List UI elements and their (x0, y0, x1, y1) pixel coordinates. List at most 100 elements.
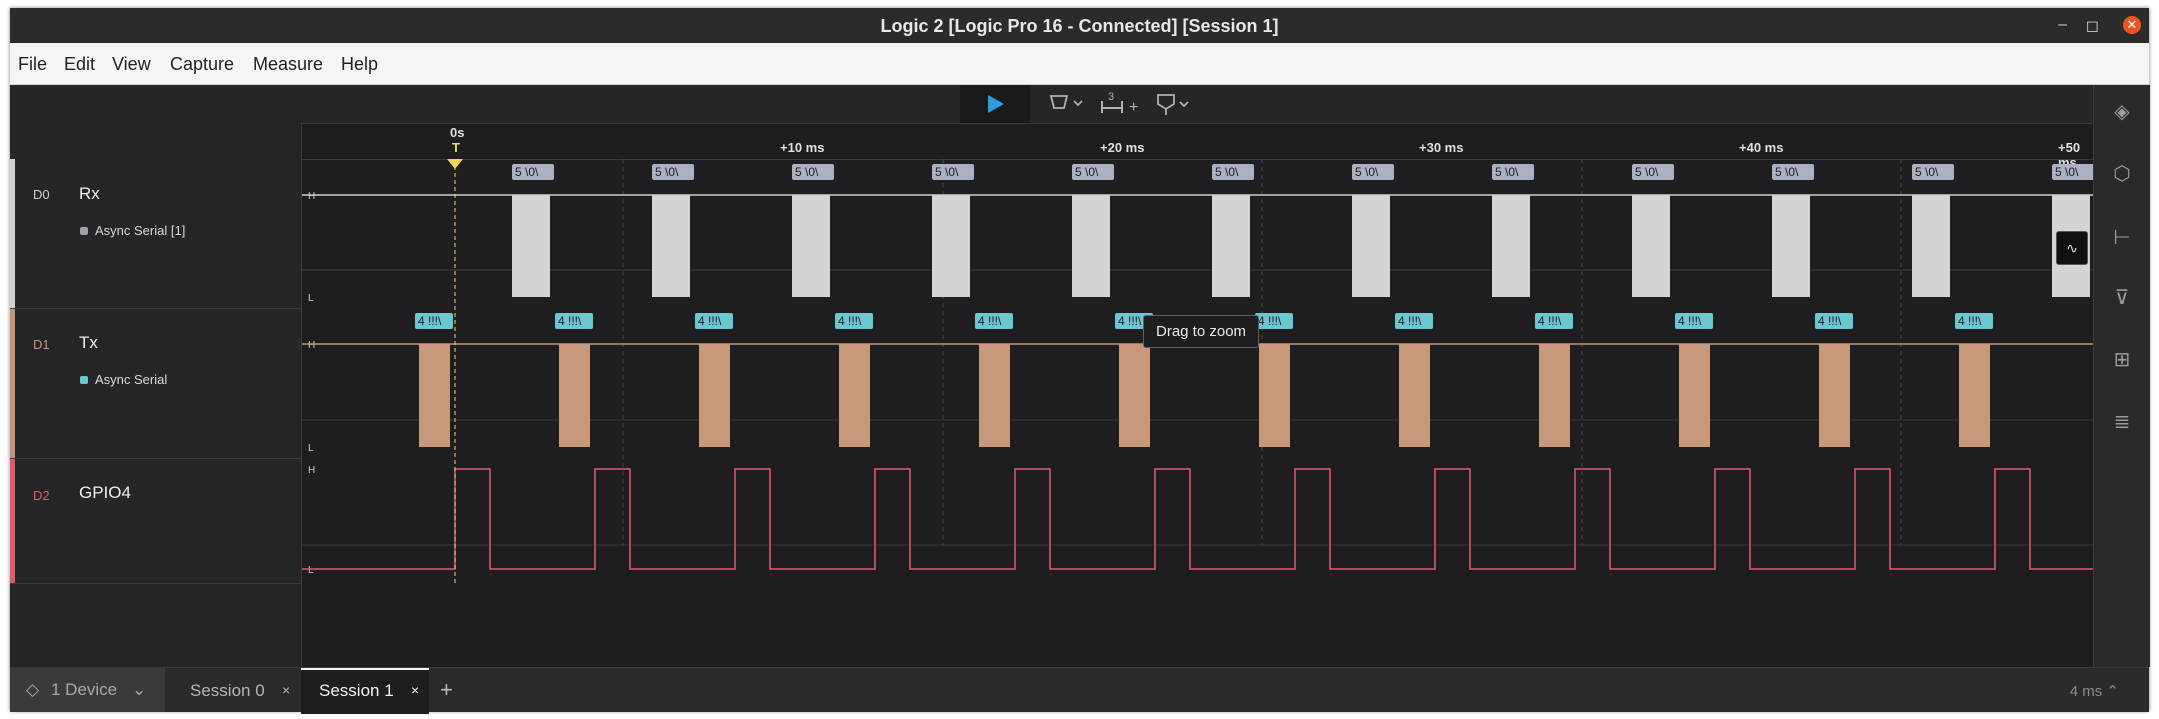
channel-d2[interactable]: D2 GPIO4 (10, 459, 301, 584)
add-measurement-button[interactable]: 3 + (1100, 91, 1146, 121)
zoom-level[interactable]: 4 ms ⌃ (2070, 682, 2119, 700)
session-bar: ◇ 1 Device ⌄ Session 0 × Session 1 × + 4… (10, 667, 2149, 714)
channel-number: D1 (33, 337, 50, 352)
tx-frame-block (1399, 344, 1430, 447)
close-icon[interactable]: ✕ (2123, 16, 2141, 34)
rx-frame-block (1912, 195, 1950, 297)
tx-frame-block (1679, 344, 1710, 447)
ruler-zero-label: 0s (450, 125, 465, 140)
marker-dropdown[interactable] (1154, 91, 1192, 121)
rx-decode-text: 5 \0\ (2055, 165, 2079, 179)
tx-decode-text: 4 !!!\ (1398, 314, 1422, 328)
device-selector[interactable]: ◇ 1 Device ⌄ (10, 668, 165, 712)
tx-frame-block (839, 344, 870, 447)
trigger-marker (447, 159, 463, 169)
rx-frame-block (512, 195, 550, 297)
tx-decode-text: 4 !!!\ (1538, 314, 1562, 328)
channel-color-bar (10, 309, 15, 458)
channel-name[interactable]: Rx (79, 184, 100, 204)
tx-frame-block (419, 344, 450, 447)
drag-to-zoom-tooltip: Drag to zoom (1143, 315, 1260, 348)
measure-plus: + (1129, 99, 1138, 116)
rx-frame-block (1352, 195, 1390, 297)
add-session-button[interactable]: + (440, 677, 453, 703)
rx-decode-text: 5 \0\ (515, 165, 539, 179)
device-icon: ◇ (26, 680, 40, 699)
tx-decode-text: 4 !!!\ (838, 314, 862, 328)
tab-session-1[interactable]: Session 1 × (301, 668, 429, 714)
trigger-icon (1049, 95, 1083, 109)
ruler-label: +10 ms (780, 140, 825, 155)
menu-edit[interactable]: Edit (64, 54, 95, 75)
rx-decode-text: 5 \0\ (1215, 165, 1239, 179)
channel-name[interactable]: Tx (79, 333, 98, 353)
tx-decode-text: 4 !!!\ (978, 314, 1002, 328)
tx-frame-block (979, 344, 1010, 447)
ruler-label: +40 ms (1739, 140, 1784, 155)
device-label: 1 Device (51, 680, 118, 699)
trigger-dropdown[interactable] (1048, 91, 1086, 119)
markers-icon[interactable]: ⊽ (2110, 285, 2134, 309)
tab-label: Session 1 (319, 681, 394, 700)
close-tab-icon[interactable]: × (411, 682, 419, 698)
menu-help[interactable]: Help (341, 54, 378, 75)
analyzer-name: Async Serial (95, 372, 168, 387)
rx-decode-text: 5 \0\ (655, 165, 679, 179)
tx-frame-block (1819, 344, 1850, 447)
title-bar: Logic 2 [Logic Pro 16 - Connected] [Sess… (10, 8, 2149, 43)
rx-frame-block (1632, 195, 1670, 297)
capture-toolbar: 3 + (10, 85, 2093, 124)
right-sidebar: ◈ ⬡ ⊢ ⊽ ⊞ ≣ (2093, 85, 2150, 667)
tx-decode-text: 4 !!!\ (1118, 314, 1142, 328)
layers-icon[interactable]: ◈ (2110, 99, 2134, 123)
rx-decode-text: 5 \0\ (795, 165, 819, 179)
ruler-label: +20 ms (1100, 140, 1145, 155)
flag-icon (1157, 94, 1189, 115)
measure-count: 3 (1108, 91, 1114, 103)
analyzer-swatch (80, 227, 88, 235)
analyzer-swatch (80, 376, 88, 384)
menu-view[interactable]: View (112, 54, 151, 75)
chevron-down-icon: ⌄ (132, 680, 147, 699)
measurements-icon[interactable]: ⊢ (2110, 225, 2134, 249)
channel-d1[interactable]: D1 Tx Async Serial (10, 309, 301, 459)
time-ruler[interactable]: 0s T +10 ms +20 ms +30 ms +40 ms +50 ms (302, 123, 2093, 170)
menu-bar: File Edit View Capture Measure Help (10, 43, 2149, 85)
minimize-icon[interactable]: – (2058, 16, 2067, 34)
notes-icon[interactable]: ≣ (2110, 409, 2134, 433)
extensions-icon[interactable]: ⊞ (2110, 347, 2134, 371)
window-title: Logic 2 [Logic Pro 16 - Connected] [Sess… (880, 16, 1279, 36)
close-tab-icon[interactable]: × (282, 682, 290, 698)
level-label: H (308, 340, 315, 351)
menu-measure[interactable]: Measure (253, 54, 323, 75)
tx-decode-text: 4 !!!\ (1678, 314, 1702, 328)
maximize-icon[interactable]: ◻ (2086, 16, 2099, 36)
channel-d0[interactable]: D0 Rx Async Serial [1] (10, 159, 301, 309)
rx-decode-text: 5 \0\ (1075, 165, 1099, 179)
channel-color-bar (10, 159, 15, 308)
tx-decode-text: 4 !!!\ (1958, 314, 1982, 328)
rx-frame-block (932, 195, 970, 297)
channel-list: D0 Rx Async Serial [1] D1 Tx Async Seria… (10, 123, 302, 667)
run-button[interactable] (960, 85, 1030, 123)
channel-name[interactable]: GPIO4 (79, 483, 131, 503)
waveform-area[interactable]: HLHLHL5 \0\ 5 \0\ 5 \0\ 5 \0\ 5 \0\ 5 \0\ 5 \0… (302, 159, 2093, 667)
play-icon (988, 95, 1004, 113)
tx-frame-block (699, 344, 730, 447)
channel-number: D2 (33, 488, 50, 503)
menu-file[interactable]: File (18, 54, 47, 75)
analyzer-label[interactable]: Async Serial [1] (80, 223, 185, 238)
tx-decode-text: 4 !!!\ (1258, 314, 1282, 328)
tx-frame-block (1959, 344, 1990, 447)
rx-decode-text: 5 \0\ (1495, 165, 1519, 179)
analyzers-icon[interactable]: ⬡ (2110, 161, 2134, 185)
app-window: Logic 2 [Logic Pro 16 - Connected] [Sess… (10, 8, 2150, 714)
analyzer-label[interactable]: Async Serial (80, 372, 167, 387)
tab-session-0[interactable]: Session 0 × (172, 668, 300, 712)
pulse-tool-icon[interactable]: ∿ (2056, 231, 2088, 265)
rx-decode-text: 5 \0\ (935, 165, 959, 179)
rx-frame-block (1212, 195, 1250, 297)
menu-capture[interactable]: Capture (170, 54, 234, 75)
channel-color-bar (10, 459, 15, 583)
tx-frame-block (1259, 344, 1290, 447)
